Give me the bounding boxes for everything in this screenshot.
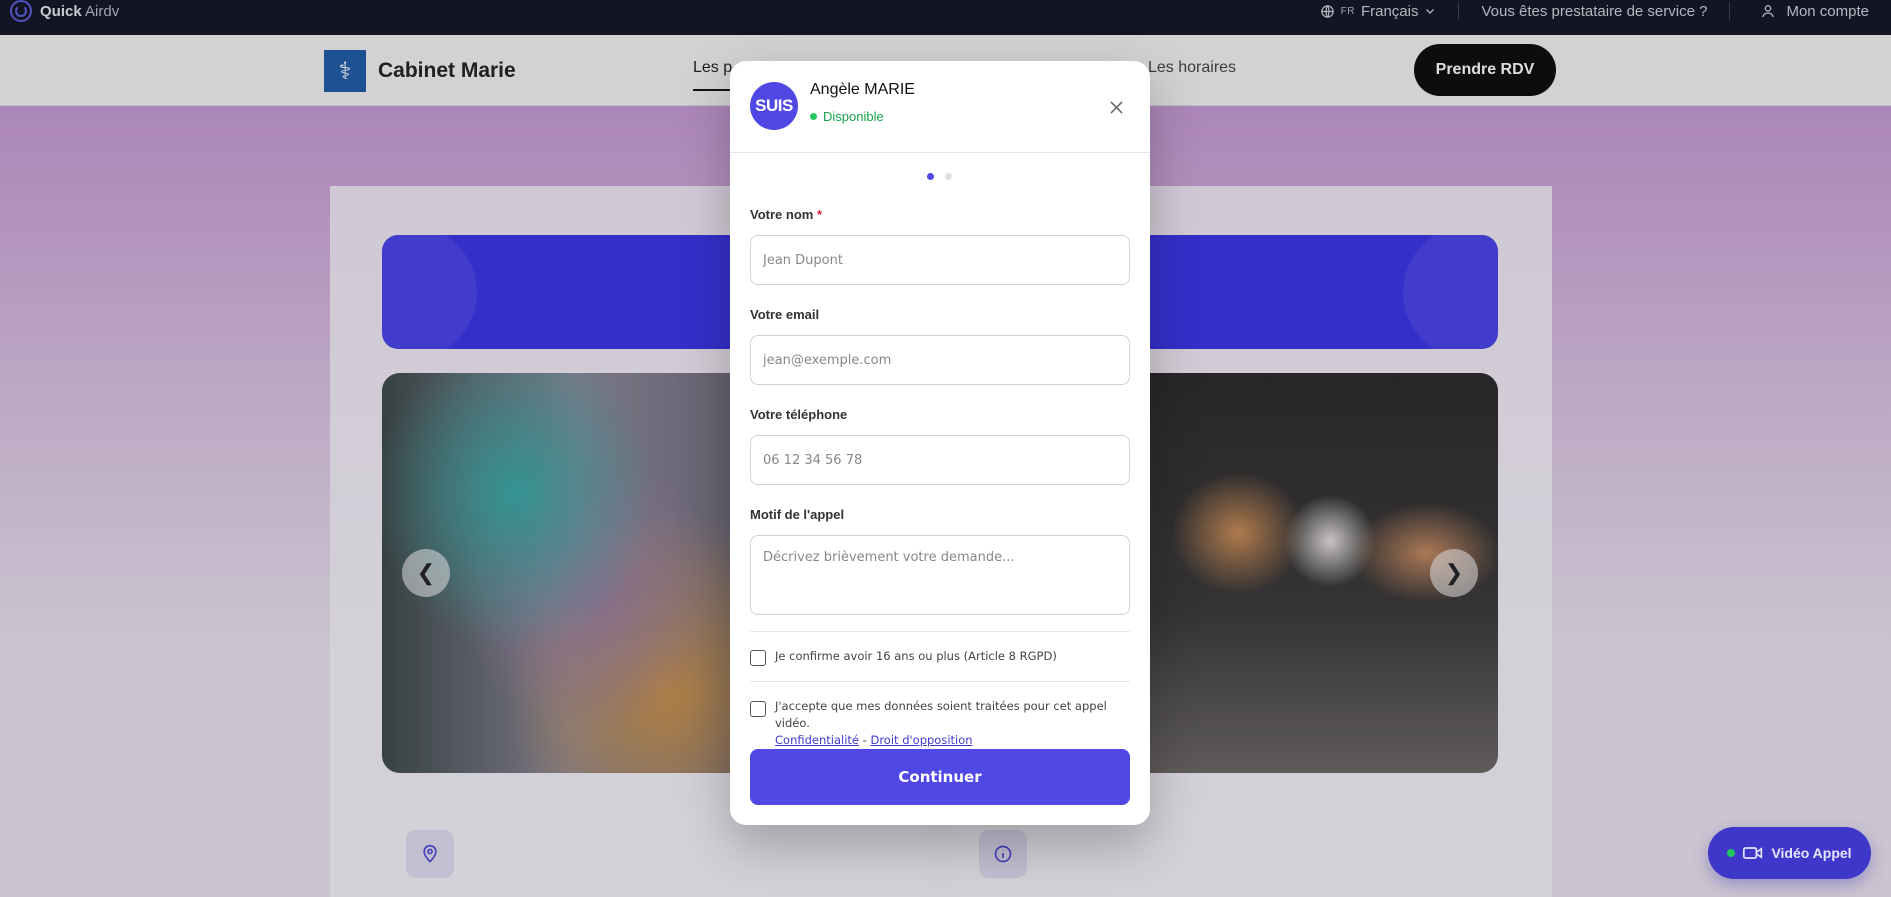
reason-textarea[interactable] (750, 535, 1130, 615)
data-consent-checkbox[interactable] (750, 701, 766, 717)
phone-input[interactable] (750, 435, 1130, 485)
close-button[interactable] (1106, 97, 1126, 117)
reason-label: Motif de l'appel (750, 507, 845, 522)
video-call-button[interactable]: Vidéo Appel (1708, 827, 1871, 879)
name-label: Votre nom * (750, 207, 823, 222)
modal-header: SUIS Angèle MARIE Disponible (730, 61, 1150, 153)
step-dot-1 (927, 173, 934, 180)
practitioner-name: Angèle MARIE (810, 81, 915, 98)
required-mark: * (816, 207, 823, 222)
opposition-link[interactable]: Droit d'opposition (870, 733, 972, 747)
close-icon (1109, 100, 1123, 114)
age-consent-checkbox[interactable] (750, 650, 766, 666)
video-camera-icon (1743, 847, 1763, 859)
status-text: Disponible (823, 109, 884, 124)
phone-label: Votre téléphone (750, 407, 848, 422)
data-consent-label: J'accepte que mes données soient traitée… (775, 698, 1135, 749)
data-consent-text: J'accepte que mes données soient traitée… (775, 699, 1107, 730)
video-call-label: Vidéo Appel (1771, 845, 1852, 861)
status-badge: Disponible (810, 109, 884, 124)
status-dot-icon (810, 113, 817, 120)
online-dot-icon (1727, 849, 1736, 857)
video-call-modal: SUIS Angèle MARIE Disponible Votre nom *… (730, 61, 1150, 825)
email-input[interactable] (750, 335, 1130, 385)
divider (750, 681, 1130, 682)
age-consent-label: Je confirme avoir 16 ans ou plus (Articl… (775, 649, 1057, 663)
name-input[interactable] (750, 235, 1130, 285)
continue-button[interactable]: Continuer (750, 749, 1130, 805)
step-indicator (927, 173, 952, 180)
avatar: SUIS (750, 82, 798, 130)
link-separator: - (862, 733, 867, 747)
privacy-link[interactable]: Confidentialité (775, 733, 859, 747)
step-dot-2 (945, 173, 952, 180)
email-label: Votre email (750, 307, 820, 322)
divider (750, 631, 1130, 632)
